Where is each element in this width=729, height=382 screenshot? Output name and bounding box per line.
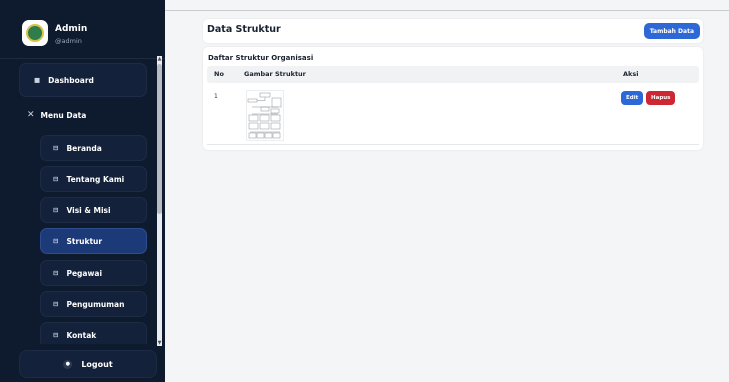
sidebar-item-visi-misi[interactable]: ⊟ Visi & Misi [40,197,147,223]
table-header: No Gambar Struktur Aksi [207,66,699,83]
sidebar-item-label: Dashboard [48,75,94,85]
close-icon: ✕ [27,110,35,120]
row-divider [207,144,699,145]
profile-header: Admin @admin [0,10,165,58]
top-divider [165,10,729,11]
sidebar-item-label: Struktur [66,236,103,246]
logo-emblem [26,24,44,42]
admin-name: Admin [55,24,88,34]
list-icon: ⊟ [53,237,59,245]
sidebar-item-struktur[interactable]: ⊟ Struktur [40,228,147,254]
sidebar-nav: ■ Dashboard ✕ Menu Data ⊟ Beranda ⊟ Tent… [0,60,165,344]
sidebar: Admin @admin ■ Dashboard ✕ Menu Data ⊟ B… [0,0,165,382]
logout-label: Logout [81,359,113,369]
logout-button[interactable]: ● Logout [19,350,157,378]
sidebar-scrollbar[interactable]: ▲ ▼ [157,56,162,346]
add-data-button[interactable]: Tambah Data [643,23,700,39]
page-header: Data Struktur Tambah Data [203,19,703,43]
sidebar-item-label: Tentang Kami [66,174,125,184]
list-icon: ⊟ [53,206,59,214]
column-header-no: No [214,70,224,78]
org-chart-thumbnail[interactable] [246,90,284,141]
dashboard-icon: ■ [34,76,41,84]
sidebar-item-label: Pengumuman [66,299,125,309]
edit-button[interactable]: Edit [621,91,644,105]
row-number: 1 [214,93,218,100]
admin-username: @admin [55,37,82,45]
structure-table-card: Daftar Struktur Organisasi No Gambar Str… [203,47,703,150]
delete-button[interactable]: Hapus [646,91,676,105]
sidebar-item-beranda[interactable]: ⊟ Beranda [40,135,147,161]
sidebar-item-pegawai[interactable]: ⊟ Pegawai [40,260,147,286]
power-icon: ● [63,359,73,369]
sidebar-item-tentang-kami[interactable]: ⊟ Tentang Kami [40,166,147,192]
logout-area: ● Logout [0,346,165,382]
avatar [22,20,48,46]
sidebar-item-label: Kontak [66,330,97,340]
sidebar-item-pengumuman[interactable]: ⊟ Pengumuman [40,291,147,317]
main-content: Data Struktur Tambah Data Daftar Struktu… [165,0,729,382]
table-title: Daftar Struktur Organisasi [208,54,314,62]
sidebar-item-menu-data[interactable]: ✕ Menu Data [19,104,147,126]
sidebar-item-label: Visi & Misi [66,205,111,215]
list-icon: ⊟ [53,144,59,152]
sidebar-item-kontak[interactable]: ⊟ Kontak [40,322,147,344]
sidebar-item-label: Menu Data [40,110,87,120]
list-icon: ⊟ [53,269,59,277]
scroll-up-icon[interactable]: ▲ [157,56,162,62]
sidebar-item-dashboard[interactable]: ■ Dashboard [19,63,147,97]
sidebar-item-label: Pegawai [66,268,103,278]
scrollbar-thumb[interactable] [157,64,162,214]
column-header-actions: Aksi [623,70,639,78]
list-icon: ⊟ [53,175,59,183]
sidebar-divider [0,58,165,59]
column-header-image: Gambar Struktur [244,70,306,78]
list-icon: ⊟ [53,331,59,339]
sidebar-item-label: Beranda [66,143,102,153]
org-chart-image [246,90,284,141]
list-icon: ⊟ [53,300,59,308]
page-title: Data Struktur [207,24,281,35]
